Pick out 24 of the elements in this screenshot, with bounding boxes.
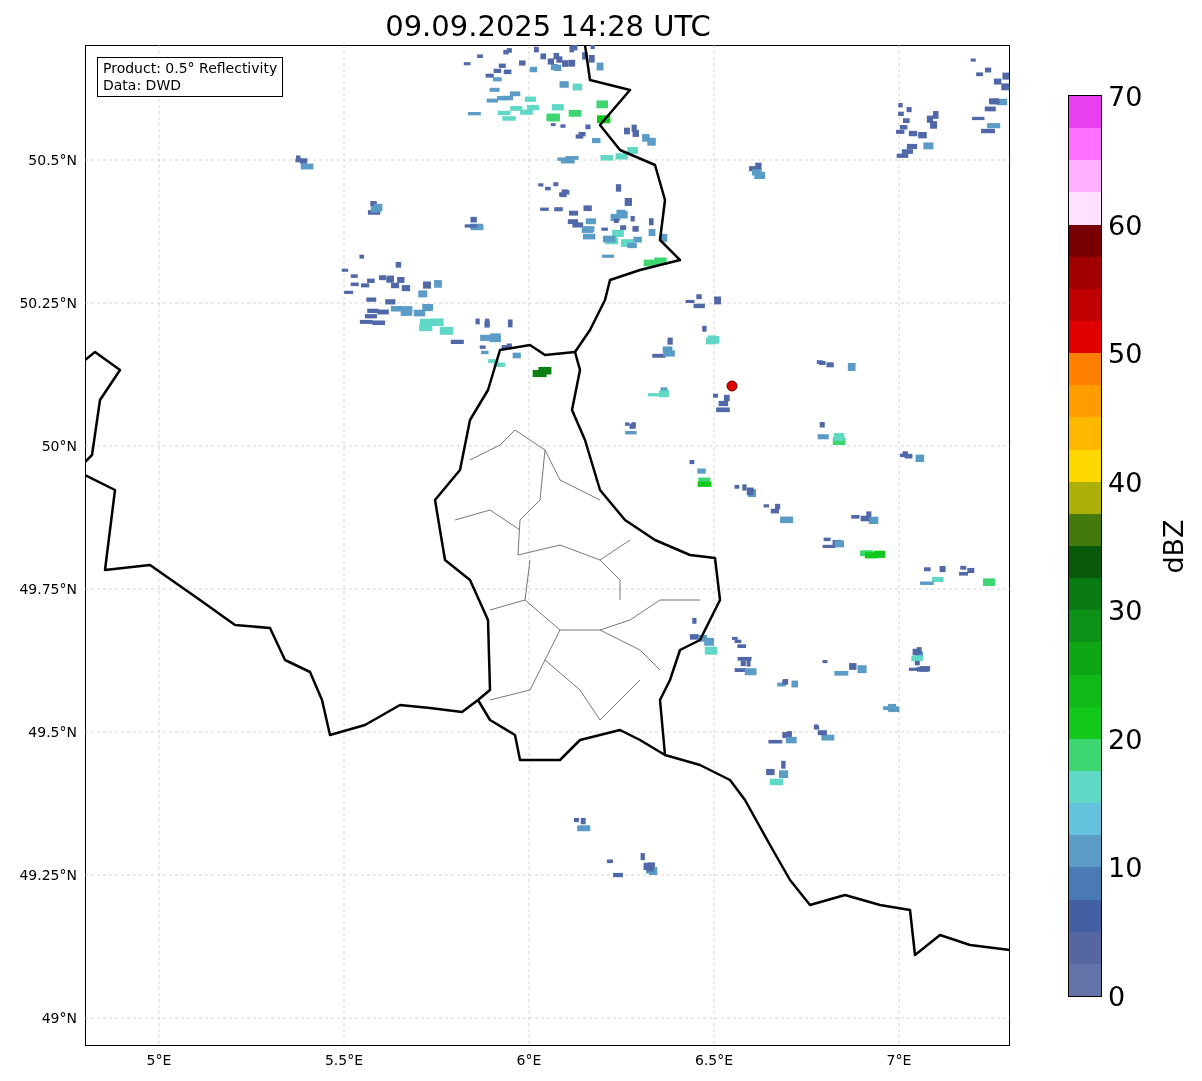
colorbar-tick-label: 70 [1108, 80, 1143, 112]
info-text: Data: DWD [103, 77, 182, 94]
colorbar-tick-label: 40 [1108, 466, 1143, 498]
longitude-label: 7°E [886, 1052, 912, 1068]
latitude-label: 50°N [41, 438, 77, 454]
latitude-label: 50.25°N [19, 295, 77, 311]
colorbar-tick-label: 60 [1108, 209, 1143, 241]
colorbar-tick-label: 50 [1108, 337, 1143, 369]
colorbar-tick-label: 30 [1108, 594, 1143, 626]
colorbar-tick-label: 20 [1108, 723, 1143, 755]
longitude-label: 6.5°E [694, 1052, 734, 1068]
longitude-label: 5°E [146, 1052, 172, 1068]
longitude-label: 5.5°E [324, 1052, 364, 1068]
info-text: Product: 0.5° Reflectivity [103, 60, 278, 77]
latitude-label: 50.5°N [28, 152, 77, 168]
colorbar-label: dBZ [1157, 518, 1189, 574]
latitude-label: 49°N [41, 1010, 77, 1026]
latitude-label: 49.25°N [19, 867, 77, 883]
latitude-label: 49.5°N [28, 724, 77, 740]
chart-title: 09.09.2025 14:28 UTC [384, 8, 712, 45]
colorbar-tick-label: 10 [1108, 851, 1143, 883]
longitude-label: 6°E [516, 1052, 542, 1068]
latitude-label: 49.75°N [19, 581, 77, 597]
colorbar-tick-label: 0 [1108, 980, 1126, 1012]
